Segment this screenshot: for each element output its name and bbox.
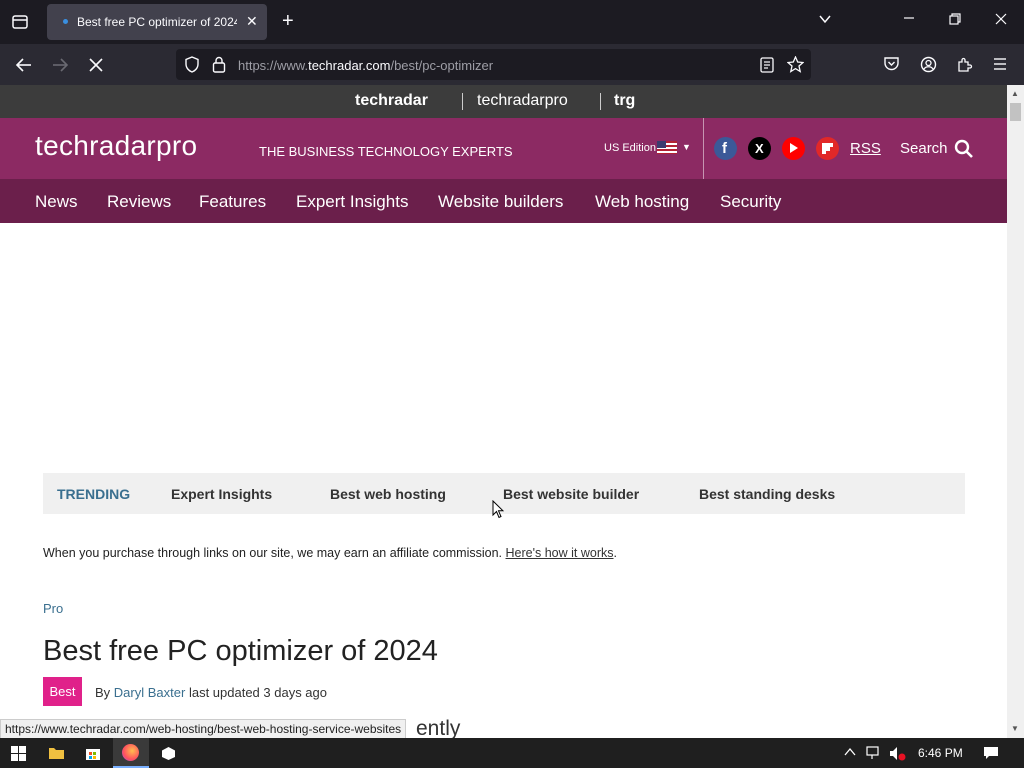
link-status-tooltip: https://www.techradar.com/web-hosting/be… — [0, 719, 407, 739]
notifications-icon[interactable] — [983, 746, 999, 761]
windows-taskbar: 6:46 PM — [0, 738, 1024, 768]
nav-item-features[interactable]: Features — [199, 192, 266, 212]
site-tagline: THE BUSINESS TECHNOLOGY EXPERTS — [259, 144, 513, 159]
article-title: Best free PC optimizer of 2024 — [43, 635, 438, 667]
file-explorer-icon[interactable] — [48, 746, 65, 760]
lock-icon[interactable] — [212, 56, 226, 73]
site-header: techradarpro THE BUSINESS TECHNOLOGY EXP… — [0, 118, 1007, 179]
nav-item-web-hosting[interactable]: Web hosting — [595, 192, 689, 212]
trending-item-expert-insights[interactable]: Expert Insights — [171, 486, 272, 502]
nav-item-website-builders[interactable]: Website builders — [438, 192, 563, 212]
brand-divider — [600, 93, 601, 110]
trending-item-best-web-hosting[interactable]: Best web hosting — [330, 486, 446, 502]
trending-item-best-standing-desks[interactable]: Best standing desks — [699, 486, 835, 502]
x-twitter-icon[interactable]: X — [748, 137, 771, 160]
scroll-down-icon[interactable]: ▼ — [1011, 724, 1019, 733]
scroll-up-icon[interactable]: ▲ — [1011, 89, 1019, 98]
brand-strip: techradar techradarpro trg — [0, 85, 1007, 118]
account-icon[interactable] — [920, 56, 937, 73]
active-tab[interactable]: Best free PC optimizer of 2024 | ✕ — [47, 4, 267, 40]
nav-item-expert-insights[interactable]: Expert Insights — [296, 192, 408, 212]
firefox-icon — [122, 744, 139, 761]
back-icon[interactable] — [15, 56, 33, 74]
page-viewport: techradar techradarpro trg techradarpro … — [0, 85, 1007, 738]
mouse-cursor-icon — [492, 500, 504, 519]
caret-down-icon: ▼ — [682, 142, 691, 152]
site-logo[interactable]: techradarpro — [35, 130, 197, 162]
youtube-icon[interactable] — [782, 137, 805, 160]
rss-link[interactable]: RSS — [850, 140, 881, 157]
firefox-taskbar-button[interactable] — [113, 738, 149, 768]
bookmark-star-icon[interactable] — [787, 56, 804, 73]
volume-muted-icon[interactable] — [889, 746, 906, 761]
article-category[interactable]: Pro — [43, 601, 63, 616]
trending-item-best-website-builder[interactable]: Best website builder — [503, 486, 639, 502]
new-tab-icon[interactable]: + — [282, 10, 294, 33]
forward-icon[interactable] — [51, 56, 69, 74]
tray-chevron-up-icon[interactable] — [844, 747, 856, 757]
extensions-icon[interactable] — [956, 56, 973, 73]
affiliate-info-link[interactable]: Here's how it works — [506, 546, 614, 560]
article-intro-partial: ently — [416, 717, 461, 738]
author-link[interactable]: Daryl Baxter — [114, 685, 186, 700]
header-divider — [703, 118, 704, 179]
tab-loading-dot-icon — [63, 19, 68, 24]
browser-tab-bar: Best free PC optimizer of 2024 | ✕ + — [0, 0, 1024, 44]
flipboard-icon[interactable] — [816, 137, 839, 160]
chevron-down-icon[interactable] — [818, 12, 832, 26]
brand-divider — [462, 93, 463, 110]
shield-icon[interactable] — [184, 56, 200, 73]
close-window-icon[interactable] — [995, 13, 1007, 25]
store-icon[interactable] — [85, 745, 101, 761]
reader-view-icon[interactable] — [760, 57, 774, 73]
edition-selector[interactable]: US Edition ▼ — [604, 141, 691, 154]
stop-loading-icon[interactable] — [88, 57, 104, 73]
tab-title: Best free PC optimizer of 2024 | — [77, 15, 237, 29]
edition-label: US Edition — [604, 142, 656, 154]
menu-hamburger-icon[interactable] — [992, 57, 1008, 71]
brand-trg-link[interactable]: trg — [614, 92, 635, 110]
search-button[interactable]: Search — [900, 140, 948, 157]
trending-label: TRENDING — [57, 486, 131, 502]
address-bar[interactable]: https://www.techradar.com/best/pc-optimi… — [176, 49, 811, 80]
url-text[interactable]: https://www.techradar.com/best/pc-optimi… — [238, 58, 493, 73]
network-icon[interactable] — [866, 746, 882, 760]
restore-icon[interactable] — [949, 13, 961, 25]
nav-item-reviews[interactable]: Reviews — [107, 192, 171, 212]
search-icon[interactable] — [954, 139, 973, 158]
scrollbar-thumb[interactable] — [1010, 103, 1021, 121]
tab-list-icon[interactable] — [11, 13, 29, 31]
windows-start-icon[interactable] — [11, 746, 26, 761]
nav-item-security[interactable]: Security — [720, 192, 781, 212]
article-byline: By Daryl Baxter last updated 3 days ago — [95, 685, 328, 700]
page-scrollbar[interactable]: ▲ ▼ — [1007, 85, 1024, 738]
brand-techradarpro-link[interactable]: techradarpro — [477, 92, 568, 110]
facebook-icon[interactable]: f — [714, 137, 737, 160]
tab-close-icon[interactable]: ✕ — [246, 13, 258, 30]
trending-bar: TRENDING Expert Insights Best web hostin… — [43, 473, 965, 514]
best-badge: Best — [43, 677, 82, 706]
minimize-icon[interactable] — [903, 12, 915, 24]
us-flag-icon — [657, 141, 677, 154]
affiliate-disclaimer: When you purchase through links on our s… — [43, 546, 617, 560]
nav-item-news[interactable]: News — [35, 192, 78, 212]
affiliate-text: When you purchase through links on our s… — [43, 546, 503, 560]
taskbar-clock[interactable]: 6:46 PM — [918, 746, 963, 760]
pocket-icon[interactable] — [883, 56, 900, 72]
brand-techradar-link[interactable]: techradar — [355, 92, 428, 110]
main-navigation: News Reviews Features Expert Insights We… — [0, 179, 1007, 223]
navigation-toolbar: https://www.techradar.com/best/pc-optimi… — [0, 44, 1024, 85]
app-cube-icon[interactable] — [161, 746, 176, 761]
last-updated: last updated 3 days ago — [188, 685, 328, 700]
